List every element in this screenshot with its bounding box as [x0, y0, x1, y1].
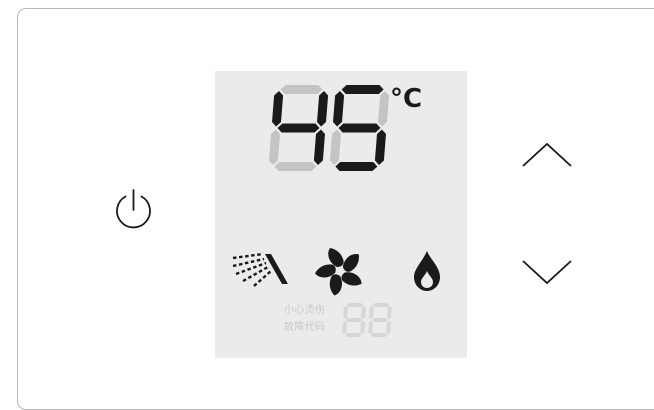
segment-g-on: [277, 123, 320, 133]
segment-c-on: [360, 320, 365, 335]
segment-d-on: [344, 333, 362, 337]
unit-label: °C: [390, 84, 423, 114]
fault-code-value: 88: [0, 0, 1, 1]
temperature-digit-tens: [268, 85, 329, 171]
fault-code-display: [342, 303, 392, 337]
fault-code-digit-2: [368, 303, 392, 337]
segment-d-on: [370, 333, 388, 337]
segment-b-on: [387, 305, 392, 320]
fault-code-label: 故障代码: [284, 322, 326, 333]
segment-c-on: [374, 129, 386, 165]
segment-a-on: [346, 303, 364, 307]
shower-icon: [232, 252, 288, 287]
segment-c-on: [313, 129, 325, 165]
segment-c-on: [386, 320, 391, 335]
segment-g-on: [371, 318, 389, 322]
segment-f-on: [333, 91, 345, 127]
segment-a-on: [341, 85, 384, 94]
segment-b-off: [378, 91, 390, 127]
temperature-value: 45: [0, 0, 1, 1]
segment-f-on: [343, 305, 348, 320]
segment-e-on: [368, 320, 373, 335]
temperature-digit-ones: [329, 85, 390, 171]
segment-d-on: [335, 162, 378, 171]
scald-warning-label: 小心烫伤: [284, 305, 326, 316]
temperature-display: [268, 85, 390, 171]
fault-code-digit-1: [342, 303, 366, 337]
segment-e-off: [268, 129, 280, 165]
flame-icon: [414, 251, 440, 291]
segment-a-off: [280, 85, 323, 94]
fan-icon: [315, 248, 362, 296]
segment-f-on: [272, 91, 284, 127]
segment-a-on: [372, 303, 390, 307]
segment-e-off: [329, 129, 341, 165]
segment-g-on: [345, 318, 363, 322]
chevron-up-icon[interactable]: [520, 140, 574, 170]
segment-d-off: [274, 162, 317, 171]
segment-b-on: [317, 91, 329, 127]
segment-e-on: [342, 320, 347, 335]
segment-f-on: [369, 305, 374, 320]
power-icon[interactable]: [108, 188, 160, 240]
segment-b-on: [361, 305, 366, 320]
segment-g-on: [338, 123, 381, 133]
chevron-down-icon[interactable]: [520, 257, 574, 287]
